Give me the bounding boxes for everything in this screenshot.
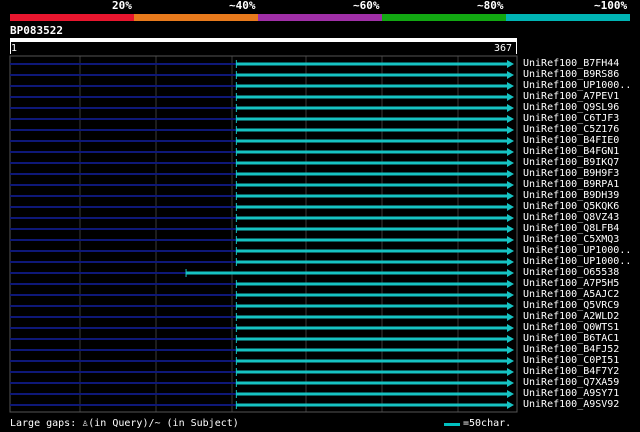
hit-arrow-icon <box>507 93 514 101</box>
hit-arrow-icon <box>507 302 514 310</box>
hit-label[interactable]: UniRef100_Q0WTS1 <box>523 322 619 333</box>
hit-label[interactable]: UniRef100_B4F7Y2 <box>523 366 619 377</box>
hit-label[interactable]: UniRef100_Q7XA59 <box>523 377 619 388</box>
hit-arrow-icon <box>507 401 514 409</box>
hit-arrow-icon <box>507 214 514 222</box>
hit-label[interactable]: UniRef100_B7FH44 <box>523 58 619 69</box>
hit-label[interactable]: UniRef100_B6TAC1 <box>523 333 619 344</box>
hit-arrow-icon <box>507 269 514 277</box>
hit-arrow-icon <box>507 192 514 200</box>
hit-arrow-icon <box>507 115 514 123</box>
hit-arrow-icon <box>507 60 514 68</box>
hit-label[interactable]: UniRef100_A9SY71 <box>523 388 619 399</box>
hit-label[interactable]: UniRef100_Q8VZ43 <box>523 212 619 223</box>
hit-label[interactable]: UniRef100_C6TJF3 <box>523 113 619 124</box>
hit-arrow-icon <box>507 137 514 145</box>
hit-arrow-icon <box>507 390 514 398</box>
hit-arrow-icon <box>507 236 514 244</box>
hit-label[interactable]: UniRef100_B9IKQ7 <box>523 157 619 168</box>
hit-label[interactable]: UniRef100_B4FJ52 <box>523 344 619 355</box>
hit-arrow-icon <box>507 181 514 189</box>
hit-arrow-icon <box>507 126 514 134</box>
hit-arrow-icon <box>507 104 514 112</box>
hit-arrow-icon <box>507 170 514 178</box>
hit-arrow-icon <box>507 357 514 365</box>
hit-arrow-icon <box>507 280 514 288</box>
hit-label[interactable]: UniRef100_B9RS86 <box>523 69 619 80</box>
hit-label[interactable]: UniRef100_B9RPA1 <box>523 179 619 190</box>
scale-legend-label: =50char. <box>463 418 512 429</box>
hit-label[interactable]: UniRef100_C5XMQ3 <box>523 234 619 245</box>
hit-label[interactable]: UniRef100_Q9SL96 <box>523 102 619 113</box>
hit-label[interactable]: UniRef100_Q8LFB4 <box>523 223 619 234</box>
hit-label[interactable]: UniRef100_UP1000.. <box>523 80 631 91</box>
hit-label[interactable]: UniRef100_UP1000.. <box>523 256 631 267</box>
hit-arrow-icon <box>507 346 514 354</box>
hit-arrow-icon <box>507 291 514 299</box>
hit-label[interactable]: UniRef100_A7PEV1 <box>523 91 619 102</box>
hit-arrow-icon <box>507 335 514 343</box>
hit-label[interactable]: UniRef100_UP1000.. <box>523 245 631 256</box>
hit-label[interactable]: UniRef100_Q5VRC9 <box>523 300 619 311</box>
hit-label[interactable]: UniRef100_A9SV92 <box>523 399 619 410</box>
hit-label[interactable]: UniRef100_A7P5H5 <box>523 278 619 289</box>
hit-label[interactable]: UniRef100_O65538 <box>523 267 619 278</box>
hit-arrow-icon <box>507 203 514 211</box>
hit-label[interactable]: UniRef100_B9H9F3 <box>523 168 619 179</box>
gap-legend: Large gaps: ♙(in Query)/~ (in Subject) <box>10 418 239 429</box>
hit-arrow-icon <box>507 313 514 321</box>
hit-label[interactable]: UniRef100_B4FGN1 <box>523 146 619 157</box>
hit-arrow-icon <box>507 225 514 233</box>
hit-label[interactable]: UniRef100_A5AJC2 <box>523 289 619 300</box>
hit-arrow-icon <box>507 258 514 266</box>
hit-label[interactable]: UniRef100_B4FIE0 <box>523 135 619 146</box>
hit-label[interactable]: UniRef100_A2WLD2 <box>523 311 619 322</box>
scale-legend-bar <box>444 423 460 426</box>
hit-arrow-icon <box>507 324 514 332</box>
hit-arrow-icon <box>507 368 514 376</box>
hit-label[interactable]: UniRef100_B9DH39 <box>523 190 619 201</box>
hit-label[interactable]: UniRef100_C0PI51 <box>523 355 619 366</box>
hit-arrow-icon <box>507 159 514 167</box>
hit-arrow-icon <box>507 379 514 387</box>
hit-arrow-icon <box>507 148 514 156</box>
hit-label[interactable]: UniRef100_Q5KQK6 <box>523 201 619 212</box>
hit-arrow-icon <box>507 71 514 79</box>
hit-label[interactable]: UniRef100_C5Z176 <box>523 124 619 135</box>
hit-arrow-icon <box>507 247 514 255</box>
hit-arrow-icon <box>507 82 514 90</box>
